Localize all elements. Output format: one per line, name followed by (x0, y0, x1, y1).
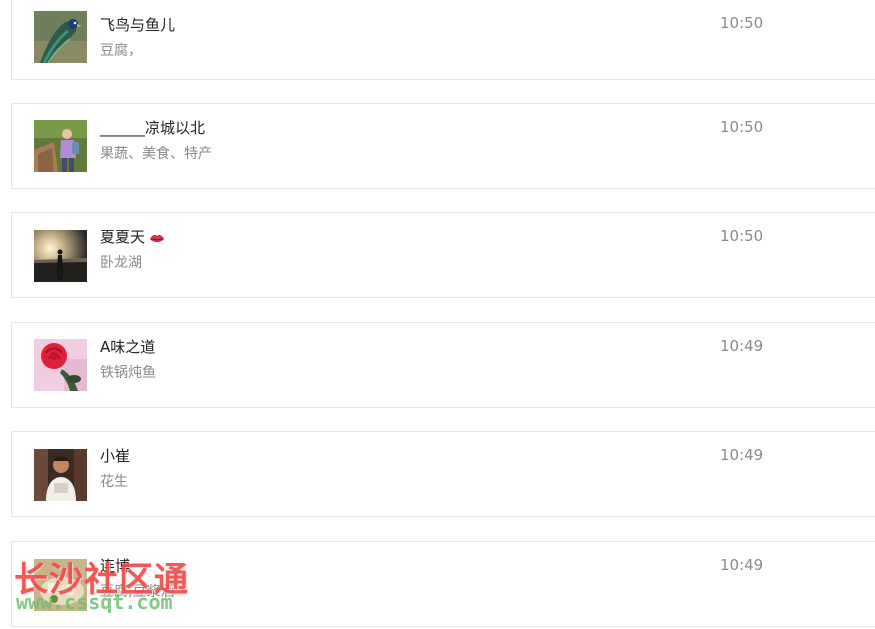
avatar[interactable] (34, 449, 87, 501)
message-preview: 果蔬、美食、特产 (100, 146, 212, 162)
message-preview: 铁锅炖鱼 (100, 365, 156, 381)
sunset-silhouette-photo (34, 230, 87, 282)
lips-icon (149, 231, 165, 243)
list-item[interactable]: 夏夏天 卧龙湖 10:50 (11, 212, 875, 298)
contact-name: 夏夏天 (100, 226, 165, 247)
message-list: 飞鸟与鱼儿 豆腐， 10:50 ______凉城以北 果蔬、美食、特产 10:5… (0, 0, 875, 629)
avatar[interactable] (34, 230, 87, 282)
timestamp: 10:49 (720, 446, 764, 464)
timestamp: 10:49 (720, 337, 764, 355)
red-rose-photo (34, 339, 87, 391)
list-item[interactable]: 小崔 花生 10:49 (11, 431, 875, 517)
message-preview: 豆腐， (100, 43, 142, 59)
person-outdoor-photo (34, 120, 87, 172)
list-item[interactable]: 飞鸟与鱼儿 豆腐， 10:50 (11, 0, 875, 80)
avatar[interactable] (34, 339, 87, 391)
person-portrait-photo (34, 449, 87, 501)
list-item[interactable]: ______凉城以北 果蔬、美食、特产 10:50 (11, 103, 875, 189)
message-preview: 豆腐,豆浆酒 (100, 584, 175, 600)
message-preview: 卧龙湖 (100, 255, 142, 271)
timestamp: 10:50 (720, 118, 764, 136)
timestamp: 10:49 (720, 556, 764, 574)
food-photo (34, 559, 87, 611)
avatar[interactable] (34, 120, 87, 172)
contact-name: ______凉城以北 (100, 119, 206, 137)
timestamp: 10:50 (720, 14, 764, 32)
avatar[interactable] (34, 559, 87, 611)
avatar[interactable] (34, 11, 87, 63)
contact-name: 飞鸟与鱼儿 (100, 16, 176, 34)
peacock-photo (34, 11, 87, 63)
contact-name: 连博 (100, 557, 131, 575)
list-item[interactable]: A味之道 铁锅炖鱼 10:49 (11, 322, 875, 408)
list-item[interactable]: 连博 豆腐,豆浆酒 10:49 (11, 541, 875, 627)
timestamp: 10:50 (720, 227, 764, 245)
contact-name: 小崔 (100, 447, 131, 465)
message-preview: 花生 (100, 474, 128, 490)
contact-name: A味之道 (100, 338, 156, 356)
